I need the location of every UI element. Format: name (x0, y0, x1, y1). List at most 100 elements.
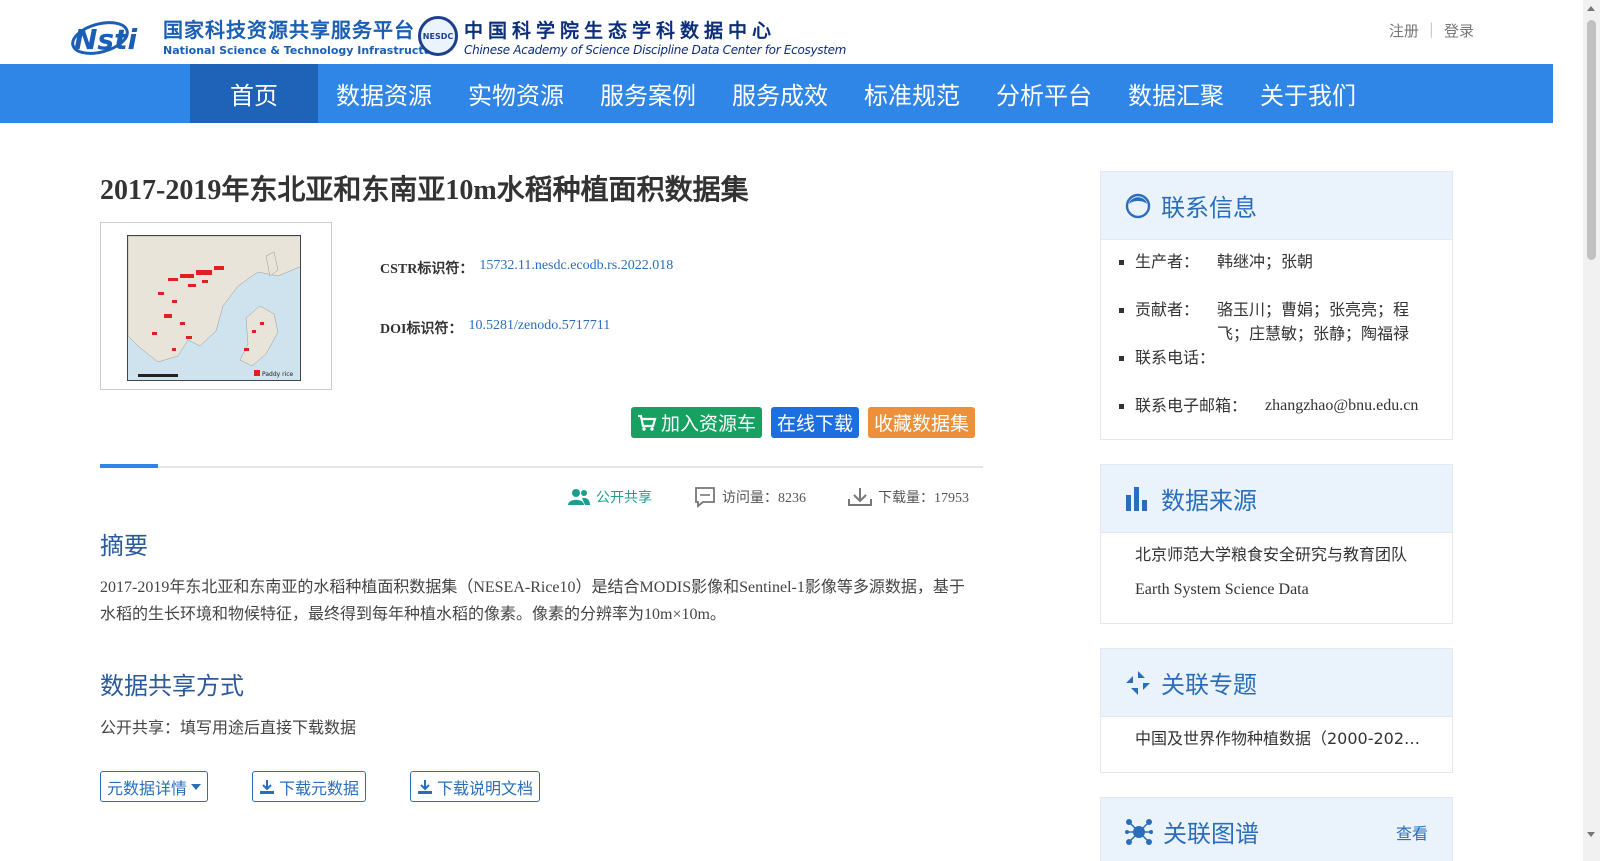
topic-panel-title: 关联专题 (1161, 671, 1257, 699)
contact-panel: 联系信息 生产者： 韩继冲；张朝 贡献者： 骆玉川；曹娟；张亮亮；程飞；庄慧敏；… (1100, 171, 1453, 440)
nav-item-data-resources[interactable]: 数据资源 (318, 64, 450, 123)
graph-panel: 关联图谱 查看 (1100, 797, 1453, 861)
identifier-block: CSTR标识符： 15732.11.nesdc.ecodb.rs.2022.01… (380, 258, 673, 338)
doi-row: DOI标识符： 10.5281/zenodo.5717711 (380, 318, 673, 338)
network-graph-icon (1125, 818, 1153, 845)
nesdc-title-cn: 中国科学院生态学科数据中心 (464, 20, 777, 42)
cstr-logo-icon: Nsti (71, 21, 137, 56)
abstract-heading: 摘要 (100, 532, 148, 560)
contact-list: 生产者： 韩继冲；张朝 贡献者： 骆玉川；曹娟；张亮亮；程飞；庄慧敏；张静；陶福… (1101, 240, 1452, 424)
visit-count-label: 访问量：8236 (722, 491, 806, 506)
main-nav-bar: 首页 数据资源 实物资源 服务案例 服务成效 标准规范 分析平台 数据汇聚 关于… (0, 64, 1553, 123)
phone-value (1217, 346, 1427, 394)
metadata-details-button[interactable]: 元数据详情 (100, 771, 209, 802)
source-journal: Earth System Science Data (1135, 581, 1309, 598)
nav-item-about-us[interactable]: 关于我们 (1242, 64, 1374, 123)
contributors-value: 骆玉川；曹娟；张亮亮；程飞；庄慧敏；张静；陶福禄 (1217, 300, 1410, 343)
cstr-title-cn: 国家科技资源共享服务平台 (163, 18, 415, 42)
sharing-text: 公开共享：填写用途后直接下载数据 (100, 718, 357, 737)
download-doc-label: 下载说明文档 (437, 778, 534, 798)
producer-value: 韩继冲；张朝 (1217, 252, 1314, 271)
add-to-cart-button[interactable]: 加入资源车 (631, 407, 763, 438)
cstr-row: CSTR标识符： 15732.11.nesdc.ecodb.rs.2022.01… (380, 258, 673, 278)
add-to-cart-label: 加入资源车 (661, 413, 757, 435)
abstract-text: 2017-2019年东北亚和东南亚的水稻种植面积数据集（NESEA-Rice10… (100, 579, 965, 623)
source-panel-title: 数据来源 (1161, 487, 1257, 515)
cstr-label: CSTR标识符： (380, 262, 474, 277)
bar-chart-icon (1126, 486, 1147, 511)
source-org: 北京师范大学粮食安全研究与教育团队 (1135, 545, 1408, 564)
email-value[interactable]: zhangzhao@bnu.edu.cn (1265, 394, 1452, 424)
map-legend-label: Paddy rice (262, 371, 294, 378)
top-header: Nsti 国家科技资源共享服务平台 National Science & Tec… (0, 0, 1583, 64)
scrollbar-thumb[interactable] (1587, 20, 1596, 260)
email-label: 联系电子邮箱： (1135, 396, 1248, 415)
nav-item-data-aggregation[interactable]: 数据汇聚 (1110, 64, 1242, 123)
graph-panel-header: 关联图谱 查看 (1101, 798, 1452, 861)
phone-label: 联系电话： (1135, 348, 1216, 367)
download-count: 下载量：17953 (848, 486, 969, 508)
cstr-mark-text: Nsti (74, 23, 137, 56)
nav-item-service-cases[interactable]: 服务案例 (582, 64, 714, 123)
topic-panel: 关联专题 中国及世界作物种植数据（2000-2021… (1100, 648, 1453, 773)
metadata-details-label: 元数据详情 (107, 778, 188, 798)
favorite-dataset-button[interactable]: 收藏数据集 (868, 407, 976, 438)
contributors-label: 贡献者： (1135, 300, 1200, 319)
cart-icon (638, 414, 657, 431)
download-icon (260, 779, 274, 794)
contact-panel-header: 联系信息 (1101, 172, 1452, 240)
nav-item-standards[interactable]: 标准规范 (846, 64, 978, 123)
cstr-title-en: National Science & Technology Infrastruc… (163, 44, 445, 57)
map-graphic: Paddy rice (128, 236, 300, 380)
dataset-stats: 公开共享 访问量：8236 下载量：17953 (568, 486, 969, 508)
doi-link[interactable]: 10.5281/zenodo.5717711 (468, 318, 610, 338)
nesdc-logo[interactable]: NESDC 中国科学院生态学科数据中心 Chinese Academy of S… (418, 14, 846, 60)
dataset-thumbnail[interactable]: Paddy rice (100, 222, 332, 390)
login-link[interactable]: 登录 (1444, 20, 1474, 41)
view-graph-link[interactable]: 查看 (1396, 820, 1428, 844)
download-tray-icon (848, 488, 872, 506)
download-metadata-button[interactable]: 下载元数据 (252, 771, 367, 802)
contact-phone: 联系电话： (1101, 346, 1452, 394)
person-icon (1125, 193, 1151, 218)
nesdc-logo-icon: NESDC (418, 16, 458, 56)
main-nav: 首页 数据资源 实物资源 服务案例 服务成效 标准规范 分析平台 数据汇聚 关于… (190, 64, 1374, 123)
auth-divider: | (1428, 20, 1434, 38)
nav-item-analysis-platform[interactable]: 分析平台 (978, 64, 1110, 123)
scroll-up-arrow-icon[interactable] (1587, 6, 1595, 11)
cstr-logo[interactable]: Nsti 国家科技资源共享服务平台 National Science & Tec… (70, 14, 444, 60)
topic-link[interactable]: 中国及世界作物种植数据（2000-2021… (1101, 727, 1421, 751)
nav-item-physical-resources[interactable]: 实物资源 (450, 64, 582, 123)
graph-panel-title: 关联图谱 (1163, 820, 1259, 848)
active-tab-indicator (100, 464, 158, 468)
sharing-heading: 数据共享方式 (100, 672, 244, 700)
download-icon (418, 779, 432, 794)
doi-label: DOI标识符： (380, 322, 463, 337)
register-link[interactable]: 注册 (1389, 20, 1419, 41)
contact-panel-title: 联系信息 (1161, 194, 1257, 222)
share-status-label: 公开共享 (596, 491, 652, 506)
dataset-title: 2017-2019年东北亚和东南亚10m水稻种植面积数据集 (100, 175, 749, 206)
source-panel: 数据来源 北京师范大学粮食安全研究与教育团队 Earth System Scie… (1100, 464, 1453, 624)
nav-item-service-results[interactable]: 服务成效 (714, 64, 846, 123)
auth-links: 注册 | 登录 (1389, 20, 1474, 41)
producer-label: 生产者： (1135, 252, 1200, 271)
comment-icon (695, 487, 715, 508)
users-icon (568, 489, 590, 505)
contact-email: 联系电子邮箱： zhangzhao@bnu.edu.cn (1101, 394, 1452, 424)
contact-producer: 生产者： 韩继冲；张朝 (1101, 250, 1452, 298)
visit-count: 访问量：8236 (694, 486, 806, 508)
cstr-link[interactable]: 15732.11.nesdc.ecodb.rs.2022.018 (479, 258, 673, 278)
page-scrollbar[interactable] (1583, 0, 1600, 861)
nesdc-title-en: Chinese Academy of Science Discipline Da… (464, 43, 847, 57)
topic-panel-header: 关联专题 (1101, 649, 1452, 717)
rice-map-image: Paddy rice (127, 235, 301, 381)
action-buttons: 加入资源车 在线下载 收藏数据集 (631, 407, 976, 438)
nav-item-home[interactable]: 首页 (190, 64, 318, 123)
online-download-button[interactable]: 在线下载 (771, 407, 860, 438)
download-doc-button[interactable]: 下载说明文档 (410, 771, 541, 802)
share-status: 公开共享 (568, 486, 652, 508)
scroll-down-arrow-icon[interactable] (1587, 832, 1595, 837)
topic-icon (1126, 670, 1150, 695)
tab-underline (100, 464, 983, 468)
